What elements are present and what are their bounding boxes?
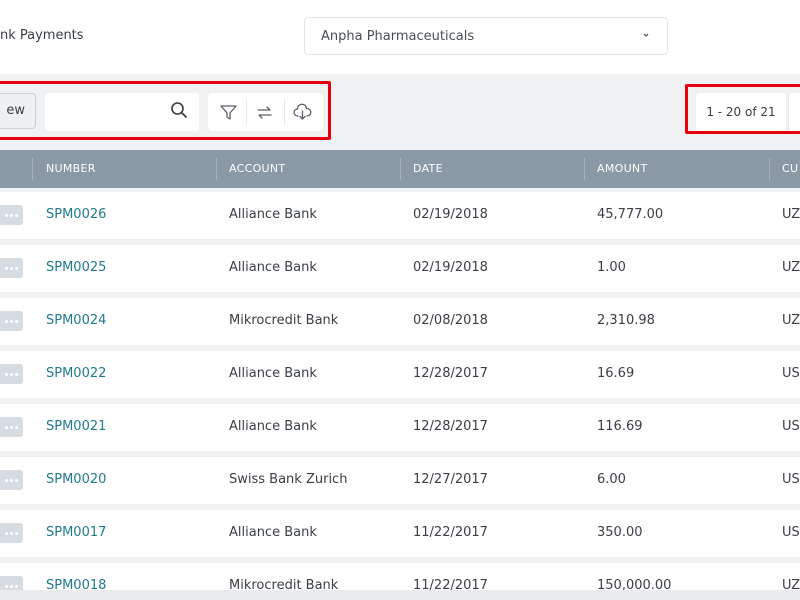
table-row[interactable]: SPM0021 Alliance Bank 12/28/2017 116.69 … <box>0 404 800 451</box>
date-cell: 12/27/2017 <box>413 472 488 487</box>
column-divider <box>32 158 33 180</box>
account-cell: Alliance Bank <box>229 207 317 222</box>
account-cell: Swiss Bank Zurich <box>229 472 348 487</box>
date-cell: 11/22/2017 <box>413 525 488 540</box>
highlight-box-toolbar <box>0 81 331 140</box>
table-row[interactable]: SPM0022 Alliance Bank 12/28/2017 16.69 U… <box>0 351 800 398</box>
column-header-amount[interactable]: AMOUNT <box>597 150 647 188</box>
currency-cell: US <box>782 525 800 540</box>
page-title: ank Payments <box>0 28 84 43</box>
date-cell: 02/19/2018 <box>413 260 488 275</box>
account-cell: Alliance Bank <box>229 525 317 540</box>
account-cell: Mikrocredit Bank <box>229 313 339 328</box>
amount-cell: 16.69 <box>597 366 635 381</box>
column-divider <box>769 158 770 180</box>
more-dots-icon[interactable] <box>0 417 23 437</box>
highlight-box-pagination <box>685 84 800 134</box>
amount-cell: 116.69 <box>597 419 643 434</box>
more-dots-icon[interactable] <box>0 205 23 225</box>
amount-cell: 2,310.98 <box>597 313 655 328</box>
account-cell: Alliance Bank <box>229 366 317 381</box>
more-dots-icon[interactable] <box>0 364 23 384</box>
column-header-number[interactable]: NUMBER <box>46 150 96 188</box>
table-row[interactable]: SPM0025 Alliance Bank 02/19/2018 1.00 UZ <box>0 245 800 292</box>
currency-cell: UZ <box>782 313 800 328</box>
chevron-down-icon <box>643 33 649 37</box>
payment-number-link[interactable]: SPM0020 <box>46 472 106 487</box>
more-dots-icon[interactable] <box>0 470 23 490</box>
date-cell: 12/28/2017 <box>413 366 488 381</box>
payment-number-link[interactable]: SPM0021 <box>46 419 106 434</box>
column-header-currency[interactable]: CU <box>782 150 798 188</box>
currency-cell: US <box>782 419 800 434</box>
table-row[interactable]: SPM0017 Alliance Bank 11/22/2017 350.00 … <box>0 510 800 557</box>
currency-cell: US <box>782 472 800 487</box>
table-row[interactable]: SPM0020 Swiss Bank Zurich 12/27/2017 6.0… <box>0 457 800 504</box>
date-cell: 12/28/2017 <box>413 419 488 434</box>
account-cell: Alliance Bank <box>229 419 317 434</box>
date-cell: 02/08/2018 <box>413 313 488 328</box>
column-divider <box>400 158 401 180</box>
column-divider <box>584 158 585 180</box>
page-header: ank Payments Anpha Pharmaceuticals <box>0 0 800 74</box>
account-cell: Alliance Bank <box>229 260 317 275</box>
column-header-date[interactable]: DATE <box>413 150 443 188</box>
amount-cell: 6.00 <box>597 472 626 487</box>
amount-cell: 350.00 <box>597 525 643 540</box>
amount-cell: 45,777.00 <box>597 207 664 222</box>
column-header-account[interactable]: ACCOUNT <box>229 150 285 188</box>
payment-number-link[interactable]: SPM0017 <box>46 525 106 540</box>
table-header: NUMBER ACCOUNT DATE AMOUNT CU <box>0 150 800 188</box>
date-cell: 02/19/2018 <box>413 207 488 222</box>
amount-cell: 1.00 <box>597 260 626 275</box>
payment-number-link[interactable]: SPM0024 <box>46 313 106 328</box>
currency-cell: UZ <box>782 260 800 275</box>
payment-number-link[interactable]: SPM0026 <box>46 207 106 222</box>
horizontal-scrollbar[interactable] <box>0 590 800 600</box>
more-dots-icon[interactable] <box>0 311 23 331</box>
more-dots-icon[interactable] <box>0 258 23 278</box>
column-divider <box>216 158 217 180</box>
table-row[interactable]: SPM0024 Mikrocredit Bank 02/08/2018 2,31… <box>0 298 800 345</box>
company-select-value: Anpha Pharmaceuticals <box>321 29 475 44</box>
company-select[interactable]: Anpha Pharmaceuticals <box>304 17 668 55</box>
payment-number-link[interactable]: SPM0022 <box>46 366 106 381</box>
payment-number-link[interactable]: SPM0025 <box>46 260 106 275</box>
more-dots-icon[interactable] <box>0 523 23 543</box>
currency-cell: US <box>782 366 800 381</box>
table-row[interactable]: SPM0026 Alliance Bank 02/19/2018 45,777.… <box>0 192 800 239</box>
currency-cell: UZ <box>782 207 800 222</box>
